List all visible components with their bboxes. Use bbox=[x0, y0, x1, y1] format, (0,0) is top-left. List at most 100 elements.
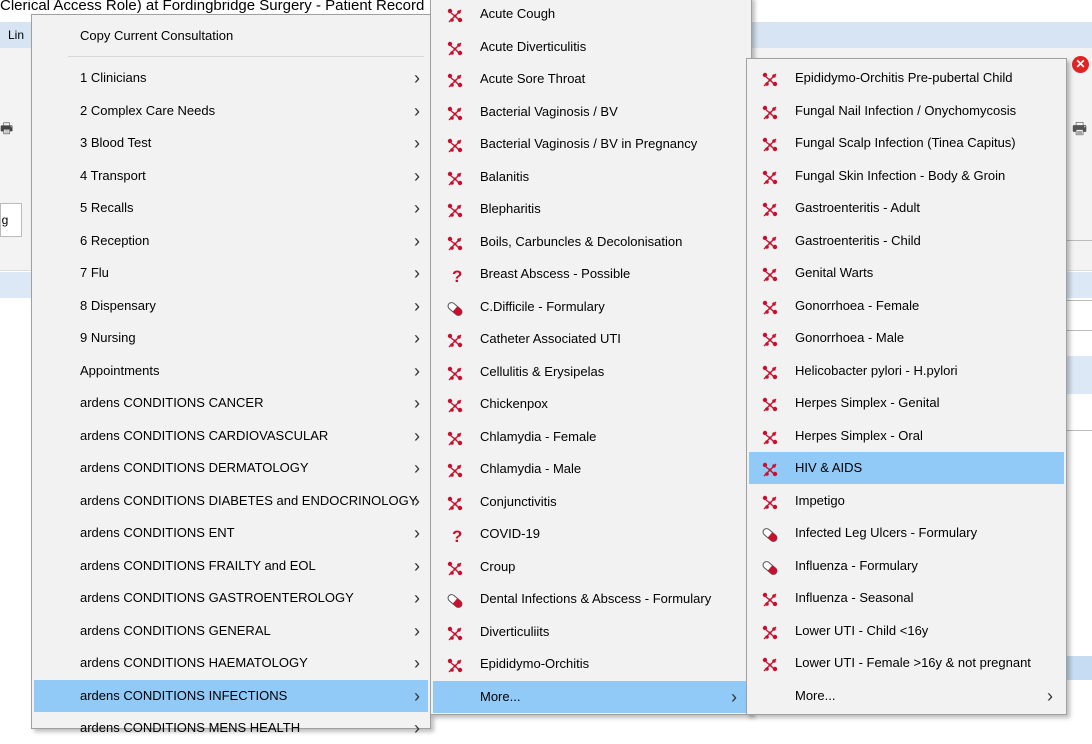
menu-item[interactable]: 1 Clinicians › bbox=[34, 62, 428, 94]
virus-icon bbox=[446, 558, 464, 576]
menu-item-label: Acute Sore Throat bbox=[480, 71, 586, 86]
menu-item[interactable]: Lower UTI - Female >16y & not pregnant bbox=[749, 647, 1064, 679]
menu-item[interactable]: Dental Infections & Abscess - Formulary bbox=[433, 583, 749, 615]
menu-item[interactable]: Epididymo-Orchitis bbox=[433, 648, 749, 680]
menu-item[interactable]: ? Breast Abscess - Possible bbox=[433, 258, 749, 290]
menu-item[interactable]: Chickenpox bbox=[433, 388, 749, 420]
pill-icon bbox=[446, 590, 464, 608]
virus-icon bbox=[761, 199, 779, 217]
menu-item[interactable]: Influenza - Formulary bbox=[749, 550, 1064, 582]
menu-item-label: Genital Warts bbox=[795, 265, 874, 280]
menu-item-label: 9 Nursing bbox=[80, 330, 136, 345]
menu-item[interactable]: Impetigo bbox=[749, 485, 1064, 517]
menu-item[interactable]: Catheter Associated UTI bbox=[433, 323, 749, 355]
menu-item[interactable]: Genital Warts bbox=[749, 257, 1064, 289]
text-field-fragment[interactable]: ng bbox=[0, 203, 22, 237]
menu-item[interactable]: Acute Diverticulitis bbox=[433, 31, 749, 63]
printer-icon[interactable]: 🖶 bbox=[1072, 118, 1087, 145]
menu-item-label: Blepharitis bbox=[480, 201, 541, 216]
menu-item[interactable]: 2 Complex Care Needs › bbox=[34, 95, 428, 127]
virus-icon bbox=[446, 70, 464, 88]
menu-item[interactable]: Bacterial Vaginosis / BV in Pregnancy bbox=[433, 128, 749, 160]
menu-item[interactable]: Epididymo-Orchitis Pre-pubertal Child bbox=[749, 62, 1064, 94]
menu-item-label: 7 Flu bbox=[80, 265, 109, 280]
print-icon[interactable]: 🖶 bbox=[0, 118, 13, 142]
chevron-right-icon: › bbox=[414, 68, 420, 88]
menu-item-more[interactable]: More... › bbox=[433, 680, 749, 713]
menu-item-label: ardens CONDITIONS INFECTIONS bbox=[80, 687, 288, 703]
menu-item[interactable]: ardens CONDITIONS GENERAL › bbox=[34, 615, 428, 647]
menu-item[interactable]: ardens CONDITIONS DERMATOLOGY › bbox=[34, 452, 428, 484]
menu-item[interactable]: ? COVID-19 bbox=[433, 518, 749, 550]
question-icon: ? bbox=[446, 265, 464, 286]
menu-item-label: Copy Current Consultation bbox=[80, 28, 234, 43]
chevron-right-icon: › bbox=[414, 718, 420, 738]
menu-item[interactable]: Croup bbox=[433, 551, 749, 583]
menu-item-label: Impetigo bbox=[795, 492, 845, 508]
menu-item-label: 3 Blood Test bbox=[80, 135, 152, 150]
menu-item[interactable]: 7 Flu › bbox=[34, 257, 428, 289]
menu-item[interactable]: Acute Cough bbox=[433, 0, 749, 30]
menu-item[interactable]: Boils, Carbuncles & Decolonisation bbox=[433, 226, 749, 258]
menu-item[interactable]: Fungal Scalp Infection (Tinea Capitus) bbox=[749, 127, 1064, 159]
menu-item[interactable]: 6 Reception › bbox=[34, 225, 428, 257]
menu-item-label: Breast Abscess - Possible bbox=[480, 266, 631, 281]
divider bbox=[1066, 240, 1092, 241]
menu-item[interactable]: Fungal Nail Infection / Onychomycosis bbox=[749, 95, 1064, 127]
virus-icon bbox=[446, 330, 464, 348]
menu-item[interactable]: Balanitis bbox=[433, 161, 749, 193]
menu-item[interactable]: ardens CONDITIONS ENT › bbox=[34, 517, 428, 549]
menu-item[interactable]: Fungal Skin Infection - Body & Groin bbox=[749, 160, 1064, 192]
menu-item[interactable]: Helicobacter pylori - H.pylori bbox=[749, 355, 1064, 387]
close-icon[interactable]: ✕ bbox=[1072, 56, 1089, 73]
menu-item[interactable]: ardens CONDITIONS FRAILTY and EOL › bbox=[34, 550, 428, 582]
menu-item[interactable]: ardens CONDITIONS HAEMATOLOGY › bbox=[34, 647, 428, 679]
svg-text:?: ? bbox=[452, 267, 462, 285]
menu-item[interactable]: Gastroenteritis - Adult bbox=[749, 192, 1064, 224]
menu-bar-item-fragment[interactable]: Lin bbox=[8, 28, 24, 42]
menu-item[interactable]: 4 Transport › bbox=[34, 160, 428, 192]
menu-item-label: Bacterial Vaginosis / BV bbox=[480, 103, 618, 119]
menu-item[interactable]: Lower UTI - Child <16y bbox=[749, 615, 1064, 647]
menu-item[interactable]: Chlamydia - Female bbox=[433, 421, 749, 453]
menu-item[interactable]: C.Difficile - Formulary bbox=[433, 291, 749, 323]
menu-item-label: ardens CONDITIONS GENERAL bbox=[80, 622, 271, 638]
menu-item[interactable]: Acute Sore Throat bbox=[433, 63, 749, 95]
menu-item[interactable]: Gonorrhoea - Male bbox=[749, 322, 1064, 354]
menu-item[interactable]: ardens CONDITIONS MENS HEALTH › bbox=[34, 712, 428, 744]
menu-item[interactable]: 9 Nursing › bbox=[34, 322, 428, 354]
menu-item[interactable]: 3 Blood Test › bbox=[34, 127, 428, 159]
menu-item-label: Fungal Scalp Infection (Tinea Capitus) bbox=[795, 135, 1016, 150]
menu-item[interactable]: ardens CONDITIONS DIABETES and ENDOCRINO… bbox=[34, 485, 428, 517]
menu-item[interactable]: Herpes Simplex - Oral bbox=[749, 420, 1064, 452]
menu-item[interactable]: Herpes Simplex - Genital bbox=[749, 387, 1064, 419]
menu-item[interactable]: ardens CONDITIONS CARDIOVASCULAR › bbox=[34, 420, 428, 452]
menu-item[interactable]: ardens CONDITIONS INFECTIONS › bbox=[34, 679, 428, 712]
virus-icon bbox=[761, 264, 779, 282]
menu-item[interactable]: ardens CONDITIONS CANCER › bbox=[34, 387, 428, 419]
menu-item[interactable]: Conjunctivitis bbox=[433, 486, 749, 518]
menu-item[interactable]: 8 Dispensary › bbox=[34, 290, 428, 322]
menu-item[interactable]: Bacterial Vaginosis / BV bbox=[433, 96, 749, 128]
menu-item[interactable]: Chlamydia - Male bbox=[433, 453, 749, 485]
menu-item-more[interactable]: More... › bbox=[749, 680, 1064, 712]
chevron-right-icon: › bbox=[414, 653, 420, 673]
menu-item[interactable]: Diverticuliits bbox=[433, 616, 749, 648]
chevron-right-icon: › bbox=[414, 588, 420, 608]
menu-item-label: Conjunctivitis bbox=[480, 493, 557, 509]
menu-item-label: Catheter Associated UTI bbox=[480, 331, 621, 346]
menu-item[interactable]: Influenza - Seasonal bbox=[749, 582, 1064, 614]
menu-item-copy-consultation[interactable]: Copy Current Consultation bbox=[34, 20, 428, 52]
virus-icon bbox=[761, 102, 779, 120]
menu-item[interactable]: Infected Leg Ulcers - Formulary bbox=[749, 517, 1064, 549]
chevron-right-icon: › bbox=[414, 100, 420, 121]
context-menu-level-1: Copy Current Consultation 1 Clinicians › 2… bbox=[31, 14, 431, 738]
menu-item[interactable]: Gonorrhoea - Female bbox=[749, 290, 1064, 322]
menu-item[interactable]: Appointments › bbox=[34, 355, 428, 387]
menu-item[interactable]: ardens CONDITIONS GASTROENTEROLOGY › bbox=[34, 582, 428, 614]
menu-item[interactable]: Gastroenteritis - Child bbox=[749, 225, 1064, 257]
menu-item[interactable]: 5 Recalls › bbox=[34, 192, 428, 224]
menu-item[interactable]: Cellulitis & Erysipelas bbox=[433, 356, 749, 388]
menu-item[interactable]: HIV & AIDS bbox=[749, 452, 1064, 484]
menu-item[interactable]: Blepharitis bbox=[433, 193, 749, 225]
